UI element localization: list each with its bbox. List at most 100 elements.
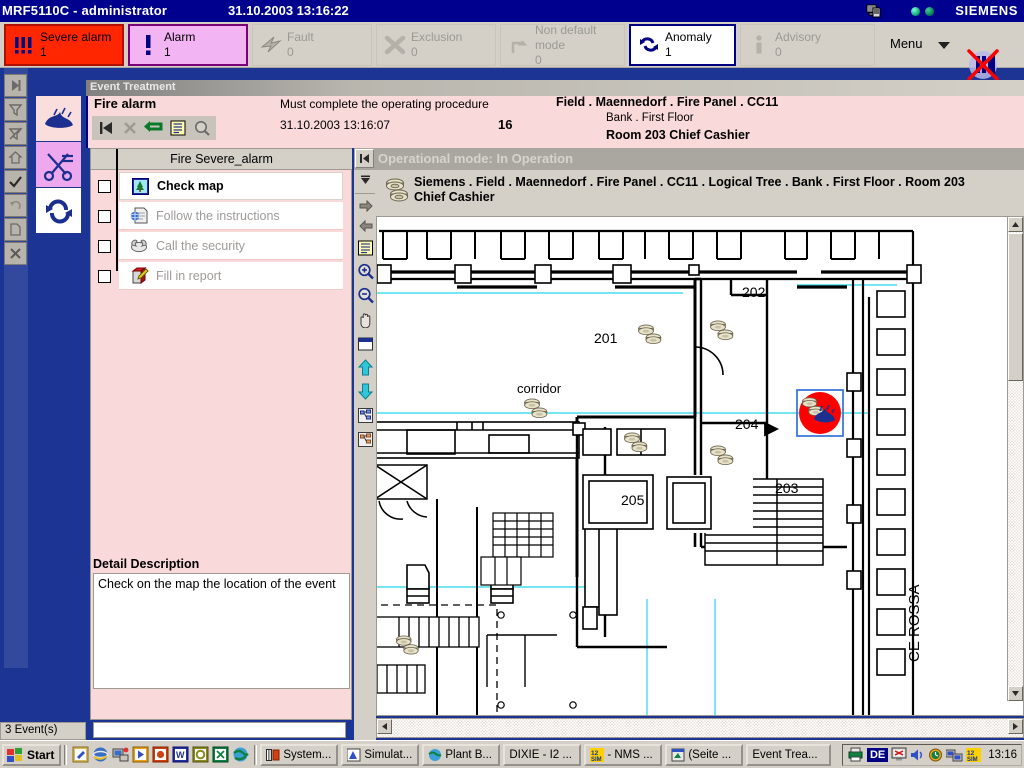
taskbar-task-seite[interactable]: (Seite ... — [665, 743, 744, 766]
collapse-panel-button[interactable] — [355, 149, 374, 168]
dropdown-tool[interactable] — [356, 172, 375, 191]
task-checkbox[interactable] — [98, 179, 111, 193]
siemens-logo: SIEMENS — [955, 3, 1018, 18]
task-row-body[interactable]: Follow the instructions — [119, 202, 343, 230]
skip-previous-icon[interactable] — [95, 118, 117, 139]
taskbar-task-event-treatment[interactable]: Event Trea... — [746, 743, 832, 766]
tree-view-tool-2[interactable] — [356, 430, 375, 449]
map-horizontal-scrollbar[interactable] — [376, 718, 1024, 738]
return-arrow-icon[interactable] — [143, 118, 165, 139]
task-label: Check map — [157, 179, 224, 193]
svg-text:SIM: SIM — [967, 757, 978, 762]
task-row-body[interactable]: Check map — [119, 172, 343, 200]
map-scroll-down-button[interactable] — [1008, 686, 1023, 701]
exclusion-button[interactable]: Exclusion 0 — [376, 24, 496, 66]
notepad-icon[interactable] — [72, 746, 89, 763]
rail-home-button[interactable] — [4, 146, 27, 169]
tree-view-tool[interactable] — [356, 406, 375, 425]
rail-first-button[interactable] — [4, 74, 27, 97]
anomaly-event-button[interactable] — [36, 188, 81, 233]
non-default-mode-button[interactable]: Non default mode 0 — [500, 23, 625, 67]
task-row[interactable]: Follow the instructions — [91, 201, 352, 231]
window-tool[interactable] — [356, 334, 375, 353]
document-list-icon[interactable] — [167, 118, 189, 139]
task-checkbox[interactable] — [98, 239, 111, 253]
close-event-icon[interactable] — [119, 118, 141, 139]
vertical-label: CE ROSSA — [906, 584, 923, 662]
excel-icon[interactable] — [212, 746, 229, 763]
level-up-tool[interactable] — [356, 358, 375, 377]
media-player-icon[interactable] — [132, 746, 149, 763]
globe-icon[interactable] — [232, 746, 250, 763]
menu-button[interactable]: Menu — [890, 36, 923, 51]
internet-explorer-icon[interactable] — [92, 746, 109, 763]
powerpoint-icon[interactable] — [152, 746, 169, 763]
task-row[interactable]: Fill in report — [91, 261, 352, 291]
chevron-down-icon[interactable] — [938, 42, 950, 49]
rail-export-button[interactable] — [4, 218, 27, 241]
task-row-body[interactable]: Call the security — [119, 232, 343, 260]
sim-icon[interactable]: 12 SIM — [966, 747, 982, 762]
map-scroll-up-button[interactable] — [1008, 217, 1023, 232]
language-indicator[interactable]: DE — [866, 747, 889, 762]
task-checkbox[interactable] — [98, 209, 111, 223]
start-button[interactable]: Start — [2, 743, 62, 766]
computer-icon — [866, 3, 882, 19]
level-down-tool[interactable] — [356, 382, 375, 401]
tray-clock[interactable]: 13:16 — [984, 749, 1017, 761]
clock-icon[interactable] — [928, 748, 943, 762]
taskbar-task-nms[interactable]: 12 SIM - NMS ... — [584, 743, 663, 766]
fire-event-button[interactable] — [36, 96, 81, 141]
rail-undo-button[interactable] — [4, 194, 27, 217]
task-panel: Fire Severe_alarm Check map Follow the i… — [90, 148, 352, 720]
rail-acknowledge-button[interactable] — [4, 170, 27, 193]
intervention-button[interactable] — [36, 142, 81, 187]
outlook-icon[interactable] — [192, 746, 209, 763]
instruction-text: Must complete the operating procedure — [280, 97, 489, 111]
map-window: Operational mode: In Operation Siemens .… — [354, 148, 1024, 740]
notes-tool[interactable] — [356, 238, 375, 257]
task-row-body[interactable]: Fill in report — [119, 262, 343, 290]
zoom-out-tool[interactable] — [356, 286, 375, 305]
triple-exclamation-icon — [10, 30, 38, 60]
magnifier-icon[interactable] — [191, 118, 213, 139]
map-scroll-right-button[interactable] — [1008, 719, 1023, 734]
task-checkbox[interactable] — [98, 269, 111, 283]
taskbar-task-dixie[interactable]: DIXIE - I2 ... — [503, 743, 582, 766]
printer-icon[interactable] — [847, 747, 864, 762]
taskbar-task-label: System... — [283, 748, 332, 761]
task-row[interactable]: Call the security — [91, 231, 352, 261]
alarm-count: 1 — [164, 45, 171, 59]
forward-tool[interactable] — [356, 196, 375, 215]
map-path-line2: Chief Cashier — [414, 190, 495, 204]
taskbar-task-simulat[interactable]: Simulat... — [341, 743, 420, 766]
volume-icon[interactable] — [910, 748, 925, 762]
task-row[interactable]: Check map — [91, 171, 352, 201]
zoom-in-tool[interactable] — [356, 262, 375, 281]
floorplan-canvas[interactable]: 201 202 203 204 205 corridor CE ROSSA — [376, 216, 1024, 716]
fault-button[interactable]: Fault 0 — [252, 24, 372, 66]
taskbar-task-pl antb[interactable]: Plant B... — [422, 743, 501, 766]
event-treatment-titlebar: Event Treatment — [86, 80, 356, 96]
rail-close-button[interactable] — [4, 242, 27, 265]
back-tool[interactable] — [356, 216, 375, 235]
rail-filter-off-button[interactable] — [4, 122, 27, 145]
map-scroll-left-button[interactable] — [377, 719, 392, 734]
anomaly-button[interactable]: Anomaly 1 — [629, 24, 736, 66]
map-vertical-scroll-thumb[interactable] — [1008, 233, 1023, 381]
pan-tool[interactable] — [356, 310, 375, 329]
network-icon[interactable] — [946, 748, 963, 762]
event-number: 16 — [498, 117, 513, 132]
alarm-button[interactable]: Alarm 1 — [128, 24, 248, 66]
advisory-button[interactable]: Advisory 0 — [740, 24, 875, 66]
map-vertical-scrollbar[interactable] — [1007, 217, 1023, 701]
monitor-icon[interactable] — [891, 747, 907, 762]
network-icon[interactable] — [112, 746, 129, 763]
task-label: Call the security — [156, 238, 245, 253]
rail-filter-button[interactable] — [4, 98, 27, 121]
word-icon[interactable]: W — [172, 746, 189, 763]
taskbar-task-system[interactable]: System... — [260, 743, 339, 766]
severe-alarm-button[interactable]: Severe alarm 1 — [4, 24, 124, 66]
arrow-branch-icon — [505, 30, 533, 60]
taskbar-task-label: DIXIE - I2 ... — [509, 748, 572, 761]
